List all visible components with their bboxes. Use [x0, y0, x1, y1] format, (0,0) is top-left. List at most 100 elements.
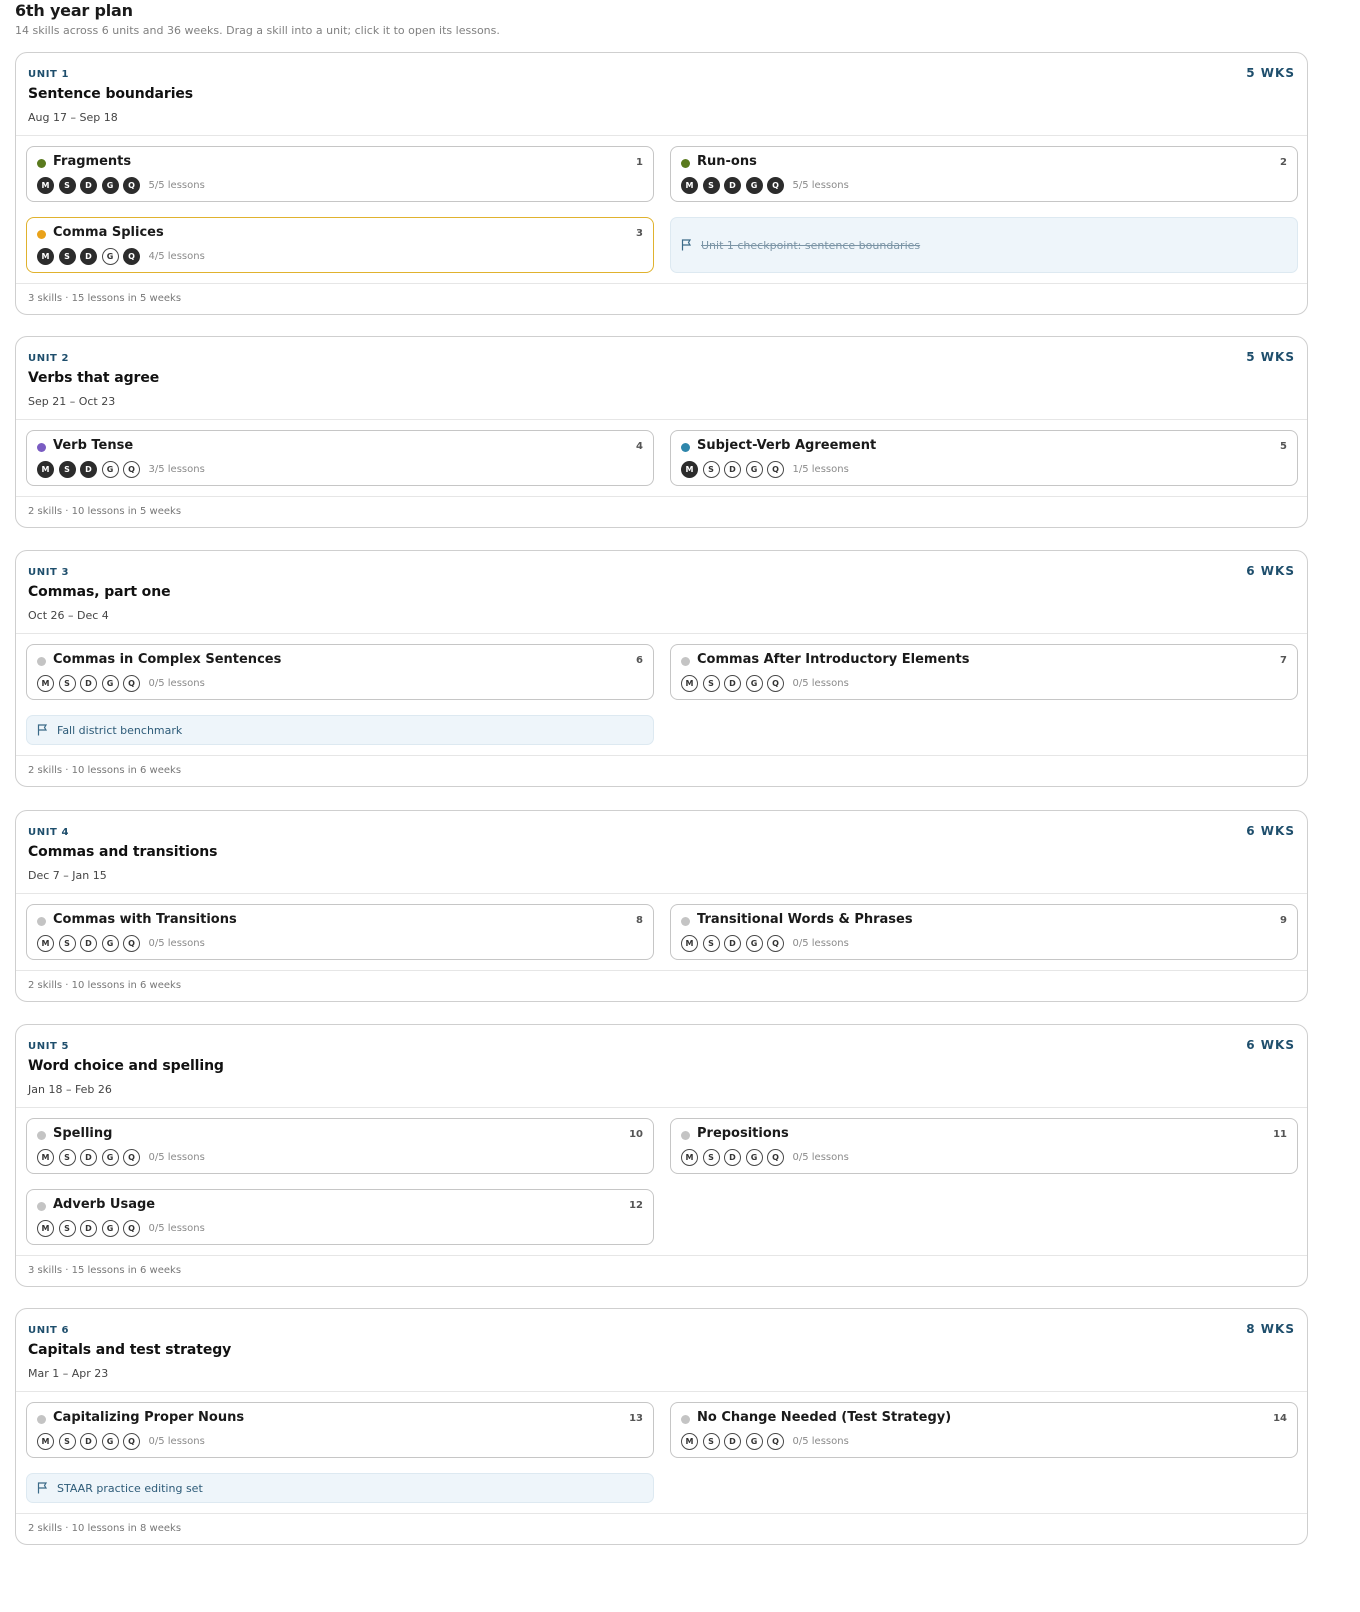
lesson-badge[interactable]: Q: [123, 935, 140, 952]
lesson-badge[interactable]: S: [702, 177, 720, 194]
lesson-badge[interactable]: M: [37, 177, 54, 194]
lesson-badge[interactable]: G: [745, 935, 763, 952]
skill-card[interactable]: Comma Splices 3 M S D G Q 4/5 lessons: [26, 217, 654, 273]
lesson-badge[interactable]: G: [101, 1433, 119, 1450]
lesson-badge[interactable]: G: [101, 675, 119, 692]
lesson-badge[interactable]: G: [745, 177, 763, 194]
lessons-count: 0/5 lessons: [792, 1152, 849, 1163]
lesson-badge[interactable]: D: [724, 1149, 741, 1166]
checkpoint[interactable]: Unit 1 checkpoint: sentence boundaries: [670, 217, 1298, 273]
skill-card[interactable]: Transitional Words & Phrases 9 M S D G Q 0/5 le…: [670, 904, 1298, 960]
lesson-badge[interactable]: D: [724, 935, 741, 952]
checkpoint[interactable]: STAAR practice editing set: [26, 1473, 654, 1503]
lesson-badge[interactable]: Q: [123, 675, 140, 692]
lesson-badge[interactable]: G: [101, 461, 119, 478]
lesson-badge[interactable]: D: [80, 935, 97, 952]
lesson-badge[interactable]: S: [702, 461, 720, 478]
lesson-badge[interactable]: G: [745, 1149, 763, 1166]
lesson-badge[interactable]: G: [101, 935, 119, 952]
unit-card[interactable]: UNIT 6 Capitals and test strategy Mar 1 – …: [15, 1308, 1308, 1545]
lesson-badge[interactable]: M: [681, 675, 698, 692]
lesson-badge[interactable]: M: [37, 461, 54, 478]
lesson-badge[interactable]: S: [58, 461, 76, 478]
lesson-badge[interactable]: S: [702, 1149, 720, 1166]
lesson-badge[interactable]: M: [37, 1433, 54, 1450]
unit-card[interactable]: UNIT 5 Word choice and spelling Jan 18 – F…: [15, 1024, 1308, 1287]
lesson-badge[interactable]: D: [724, 1433, 741, 1450]
skill-card[interactable]: Commas in Complex Sentences 6 M S D G Q 0/5 les…: [26, 644, 654, 700]
lesson-badge[interactable]: D: [80, 1149, 97, 1166]
lesson-badge[interactable]: Q: [123, 177, 140, 194]
lesson-badge[interactable]: M: [37, 248, 54, 265]
lesson-badge[interactable]: G: [101, 1220, 119, 1237]
lesson-badge[interactable]: S: [58, 1433, 76, 1450]
lesson-badge[interactable]: Q: [767, 461, 784, 478]
lesson-badge[interactable]: G: [101, 177, 119, 194]
skill-card[interactable]: No Change Needed (Test Strategy) 14 M S D G Q 0…: [670, 1402, 1298, 1458]
lesson-badge[interactable]: S: [58, 1149, 76, 1166]
unit-card[interactable]: UNIT 4 Commas and transitions Dec 7 – Jan …: [15, 810, 1308, 1002]
skill-card[interactable]: Fragments 1 M S D G Q 5/5 lessons: [26, 146, 654, 202]
lesson-badge[interactable]: S: [702, 1433, 720, 1450]
lesson-badge[interactable]: D: [724, 675, 741, 692]
unit-summary: 2 skills · 10 lessons in 5 weeks: [16, 496, 1307, 527]
lesson-badge[interactable]: M: [681, 1149, 698, 1166]
lesson-badge[interactable]: M: [681, 177, 698, 194]
skill-card[interactable]: Commas After Introductory Elements 7 M S D G Q…: [670, 644, 1298, 700]
status-dot: [37, 443, 46, 452]
lesson-badge[interactable]: Q: [767, 675, 784, 692]
lesson-badge[interactable]: D: [80, 675, 97, 692]
lesson-badge[interactable]: Q: [123, 1433, 140, 1450]
skill-card[interactable]: Subject-Verb Agreement 5 M S D G Q 1/5 lessons: [670, 430, 1298, 486]
skill-name: Adverb Usage: [53, 1197, 156, 1212]
lesson-badge[interactable]: M: [681, 461, 698, 478]
lesson-badge[interactable]: Q: [123, 1149, 140, 1166]
skill-card[interactable]: Capitalizing Proper Nouns 13 M S D G Q 0/5 less…: [26, 1402, 654, 1458]
unit-card[interactable]: UNIT 3 Commas, part one Oct 26 – Dec 4 6 WK…: [15, 550, 1308, 787]
skill-card[interactable]: Commas with Transitions 8 M S D G Q 0/5 lessons: [26, 904, 654, 960]
lesson-badge[interactable]: M: [681, 1433, 698, 1450]
checkpoint-label: Unit 1 checkpoint: sentence boundaries: [701, 239, 921, 252]
lesson-badge[interactable]: Q: [123, 461, 140, 478]
lesson-badge[interactable]: M: [37, 1149, 54, 1166]
lesson-badge[interactable]: D: [724, 461, 741, 478]
lesson-badge[interactable]: M: [37, 935, 54, 952]
lesson-badge[interactable]: Q: [767, 177, 784, 194]
lesson-badge[interactable]: D: [80, 1433, 97, 1450]
lesson-badge[interactable]: G: [745, 675, 763, 692]
lesson-badge[interactable]: S: [58, 675, 76, 692]
lesson-badge[interactable]: M: [37, 675, 54, 692]
skill-card[interactable]: Spelling 10 M S D G Q 0/5 lessons: [26, 1118, 654, 1174]
lesson-badge[interactable]: G: [745, 1433, 763, 1450]
lesson-badge[interactable]: D: [80, 461, 97, 478]
skill-card[interactable]: Run-ons 2 M S D G Q 5/5 lessons: [670, 146, 1298, 202]
lesson-badge[interactable]: D: [724, 177, 741, 194]
lesson-badge[interactable]: M: [681, 935, 698, 952]
lesson-badge[interactable]: G: [745, 461, 763, 478]
lesson-badge[interactable]: D: [80, 248, 97, 265]
unit-card[interactable]: UNIT 2 Verbs that agree Sep 21 – Oct 23 5 W…: [15, 336, 1308, 528]
lesson-badge[interactable]: Q: [767, 1149, 784, 1166]
lesson-badge[interactable]: M: [37, 1220, 54, 1237]
lesson-badge[interactable]: G: [101, 248, 119, 265]
skill-card[interactable]: Prepositions 11 M S D G Q 0/5 lessons: [670, 1118, 1298, 1174]
lesson-badge[interactable]: Q: [123, 248, 140, 265]
lesson-badge[interactable]: S: [58, 248, 76, 265]
lesson-badge[interactable]: D: [80, 177, 97, 194]
lesson-badge[interactable]: Q: [767, 935, 784, 952]
lesson-badge[interactable]: S: [58, 935, 76, 952]
lesson-badge[interactable]: Q: [767, 1433, 784, 1450]
unit-title: Commas, part one: [28, 584, 171, 600]
skill-card[interactable]: Adverb Usage 12 M S D G Q 0/5 lessons: [26, 1189, 654, 1245]
lesson-badge[interactable]: S: [702, 675, 720, 692]
checkpoint[interactable]: Fall district benchmark: [26, 715, 654, 745]
skill-card[interactable]: Verb Tense 4 M S D G Q 3/5 lessons: [26, 430, 654, 486]
lesson-badge[interactable]: G: [101, 1149, 119, 1166]
lesson-badge[interactable]: S: [58, 177, 76, 194]
lesson-badge[interactable]: S: [702, 935, 720, 952]
lesson-badge[interactable]: Q: [123, 1220, 140, 1237]
lessons-count: 4/5 lessons: [148, 251, 205, 262]
unit-card[interactable]: UNIT 1 Sentence boundaries Aug 17 – Sep 18…: [15, 52, 1308, 315]
lesson-badge[interactable]: D: [80, 1220, 97, 1237]
lesson-badge[interactable]: S: [58, 1220, 76, 1237]
